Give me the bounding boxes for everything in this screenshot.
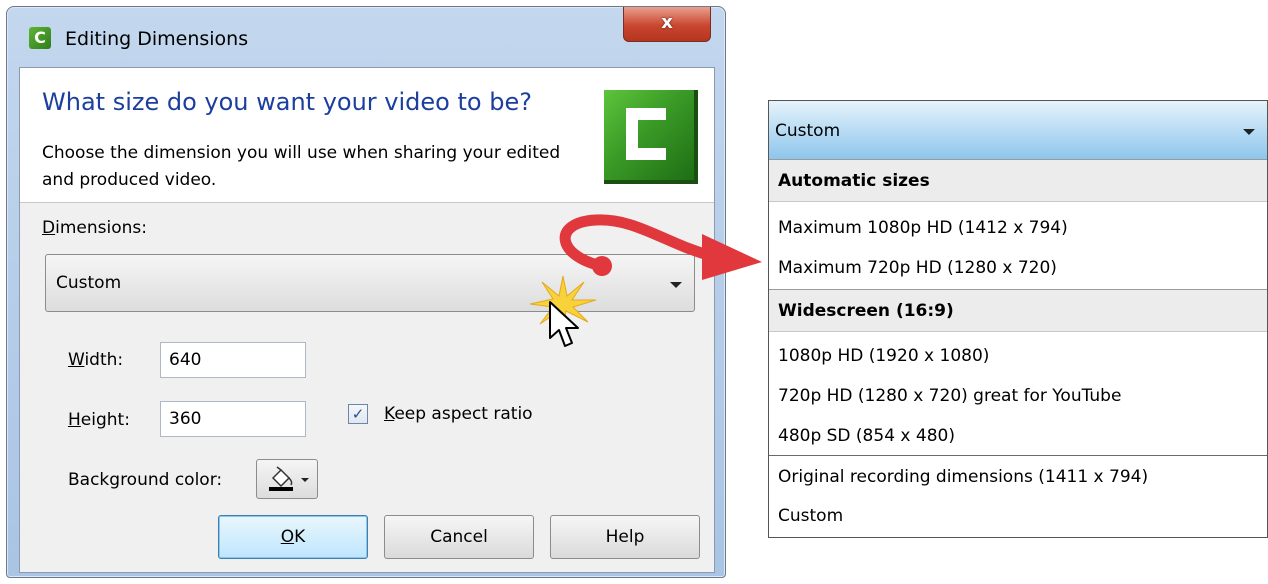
dialog-heading: What size do you want your video to be? xyxy=(42,88,532,116)
list-item-original-recording[interactable]: Original recording dimensions (1411 x 79… xyxy=(769,455,1267,497)
list-item-label: 480p SD (854 x 480) xyxy=(778,426,955,446)
dimensions-label-mnemonic: D xyxy=(42,218,56,238)
list-item-label: Maximum 720p HD (1280 x 720) xyxy=(778,258,1057,278)
chevron-down-icon xyxy=(1243,129,1255,135)
group-title: Widescreen (16:9) xyxy=(778,301,954,321)
list-item-480p[interactable]: 480p SD (854 x 480) xyxy=(769,415,1267,456)
list-item-1080p[interactable]: 1080p HD (1920 x 1080) xyxy=(769,335,1267,376)
keep-aspect-ratio-checkbox[interactable]: ✓ xyxy=(348,404,368,424)
list-item-custom[interactable]: Custom xyxy=(769,495,1267,536)
background-color-button[interactable] xyxy=(256,459,318,499)
list-item-label: Original recording dimensions (1411 x 79… xyxy=(778,467,1149,487)
help-button[interactable]: Help xyxy=(550,515,700,559)
title-bar[interactable]: C Editing Dimensions x xyxy=(7,7,725,63)
dimensions-selected-value: Custom xyxy=(56,273,122,293)
camtasia-app-icon: C xyxy=(29,27,51,49)
ok-button[interactable]: OK xyxy=(218,515,368,559)
list-item-label: 720p HD (1280 x 720) great for YouTube xyxy=(778,386,1122,406)
paint-bucket-icon xyxy=(269,466,293,491)
width-label-mnemonic: W xyxy=(68,350,85,370)
ok-label: K xyxy=(294,527,306,547)
dropdown-list-selected: Custom xyxy=(775,121,841,141)
list-item-label: Maximum 1080p HD (1412 x 794) xyxy=(778,218,1068,238)
dialog-description: Choose the dimension you will use when s… xyxy=(42,143,561,190)
dialog-content: What size do you want your video to be? … xyxy=(19,67,715,573)
cancel-button[interactable]: Cancel xyxy=(384,515,534,559)
keep-aspect-mnemonic: K xyxy=(384,404,395,424)
height-input[interactable]: 360 xyxy=(160,401,306,437)
height-label: Height: xyxy=(68,410,130,430)
list-item-max-1080p[interactable]: Maximum 1080p HD (1412 x 794) xyxy=(769,207,1267,248)
mouse-pointer-icon xyxy=(549,301,579,347)
group-header-widescreen: Widescreen (16:9) xyxy=(769,289,1267,332)
group-header-automatic: Automatic sizes xyxy=(769,159,1267,202)
list-item-max-720p[interactable]: Maximum 720p HD (1280 x 720) xyxy=(769,247,1267,288)
close-button[interactable]: x xyxy=(623,7,711,42)
dimensions-dropdown-list: Custom Automatic sizes Maximum 1080p HD … xyxy=(768,100,1268,538)
list-item-720p[interactable]: 720p HD (1280 x 720) great for YouTube xyxy=(769,375,1267,416)
list-item-label: Custom xyxy=(778,506,844,526)
camtasia-logo-icon xyxy=(604,90,698,184)
list-item-label: 1080p HD (1920 x 1080) xyxy=(778,346,990,366)
width-label: Width: xyxy=(68,350,123,370)
keep-aspect-label-text: eep aspect ratio xyxy=(394,404,533,424)
dialog-header: What size do you want your video to be? … xyxy=(20,68,714,203)
color-dropdown-caret-icon xyxy=(301,478,309,482)
dropdown-list-header[interactable]: Custom xyxy=(769,101,1267,160)
dimensions-label-text: imensions: xyxy=(55,218,147,238)
window-title: Editing Dimensions xyxy=(65,28,249,50)
background-color-label: Background color: xyxy=(68,470,223,490)
keep-aspect-ratio-label[interactable]: Keep aspect ratio xyxy=(384,404,533,424)
width-input[interactable]: 640 xyxy=(160,342,306,378)
group-title: Automatic sizes xyxy=(778,171,930,191)
width-label-text: idth: xyxy=(84,350,124,370)
dimensions-label: Dimensions: xyxy=(42,218,147,238)
height-label-mnemonic: H xyxy=(68,410,81,430)
ok-mnemonic: O xyxy=(280,527,295,547)
height-label-text: eight: xyxy=(80,410,130,430)
callout-arrow-icon xyxy=(559,214,762,280)
logo-letter-c xyxy=(626,108,666,160)
